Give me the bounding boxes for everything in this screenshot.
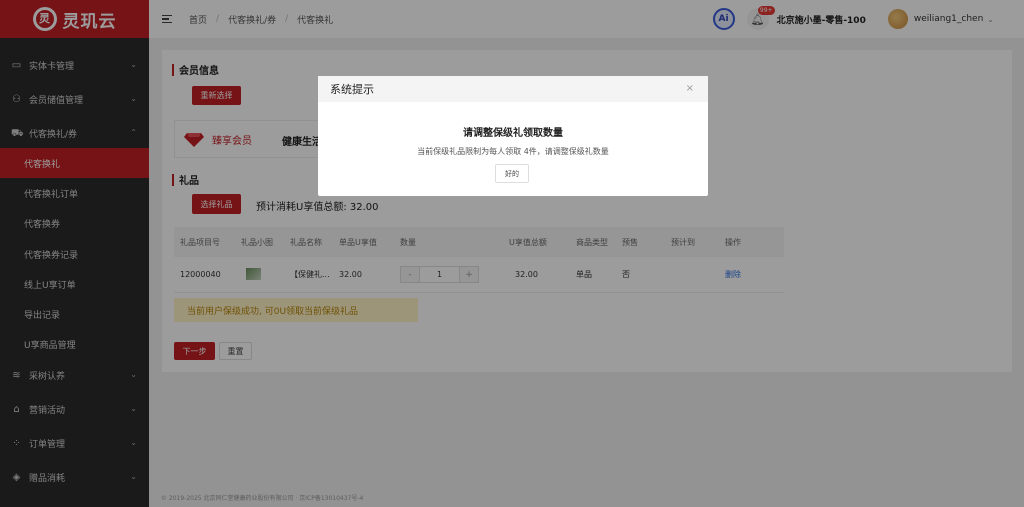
ok-button[interactable]: 好的 bbox=[495, 164, 529, 183]
dialog-title: 系统提示 bbox=[330, 83, 374, 96]
close-icon[interactable]: × bbox=[686, 83, 694, 94]
dialog-message: 当前保级礼品限制为每人领取 4件，请调整保级礼数量 bbox=[417, 147, 609, 156]
dialog-heading: 请调整保级礼领取数量 bbox=[463, 128, 563, 139]
system-dialog: 系统提示 × 请调整保级礼领取数量 当前保级礼品限制为每人领取 4件，请调整保级… bbox=[318, 76, 708, 196]
dialog-header: 系统提示 × bbox=[318, 76, 708, 102]
